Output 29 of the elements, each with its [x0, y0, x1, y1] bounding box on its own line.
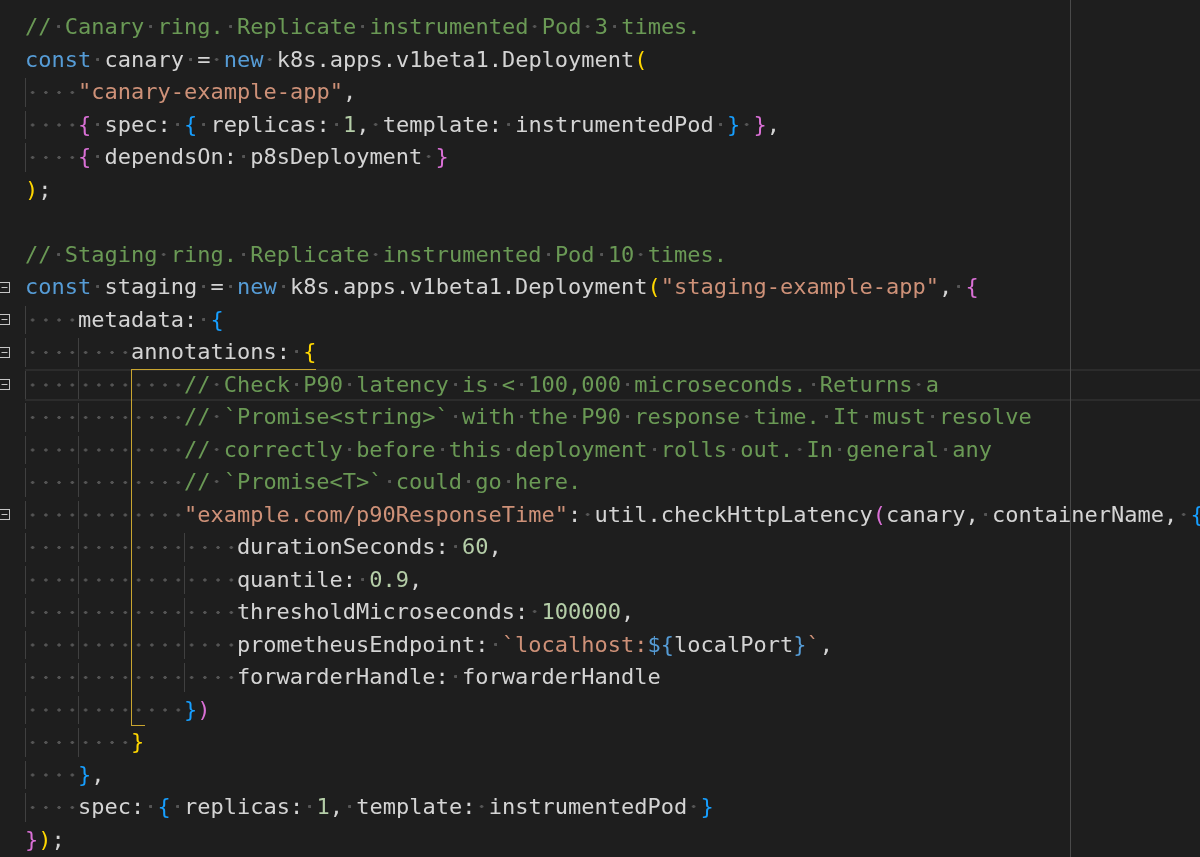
code-line: spec: { replicas: 1, template: instrumentedPod }: [25, 791, 1200, 824]
code-line: const staging = new k8s.apps.v1beta1.Deployment("staging-example-app", {: [25, 273, 980, 301]
code-line: // Canary ring. Replicate instrumented Pod 3 times.: [25, 13, 702, 41]
code-line: },: [25, 758, 1200, 791]
code-line: prometheusEndpoint: `localhost:${localPort}`,: [25, 628, 1200, 661]
code-line: // Staging ring. Replicate instrumented Pod 10 times.: [25, 240, 729, 269]
fold-icon[interactable]: [0, 281, 10, 293]
code-line: quantile: 0.9,: [25, 563, 1200, 596]
code-line: "canary-example-app",: [25, 76, 1200, 109]
code-line: // correctly before this deployment rolls out. In general any: [25, 433, 1200, 466]
code-line: // Check P90 latency is < 100,000 microseconds. Returns a: [25, 368, 1200, 401]
code-line: metadata: {: [25, 303, 1200, 336]
code-line: );: [25, 175, 53, 204]
code-line: thresholdMicroseconds: 100000,: [25, 596, 1200, 629]
code-line: }): [25, 693, 1200, 726]
fold-icon[interactable]: [0, 379, 10, 391]
code-line: const canary = new k8s.apps.v1beta1.Deployment(: [25, 45, 649, 74]
fold-icon[interactable]: [0, 509, 10, 521]
code-line: { dependsOn: p8sDeployment }: [25, 141, 1200, 174]
fold-icon[interactable]: [0, 314, 10, 326]
code-line: annotations: {: [25, 336, 1200, 369]
code-line: // `Promise<string>` with the P90 response time. It must resolve: [25, 401, 1200, 434]
code-line: forwarderHandle: forwarderHandle: [25, 661, 1200, 694]
fold-icon[interactable]: [0, 346, 10, 358]
code-line: });: [25, 825, 66, 854]
code-line: }: [25, 726, 1200, 759]
code-line: // `Promise<T>` could go here.: [25, 466, 1200, 499]
code-line: durationSeconds: 60,: [25, 531, 1200, 564]
code-line: { spec: { replicas: 1, template: instrumentedPod } },: [25, 108, 1200, 141]
